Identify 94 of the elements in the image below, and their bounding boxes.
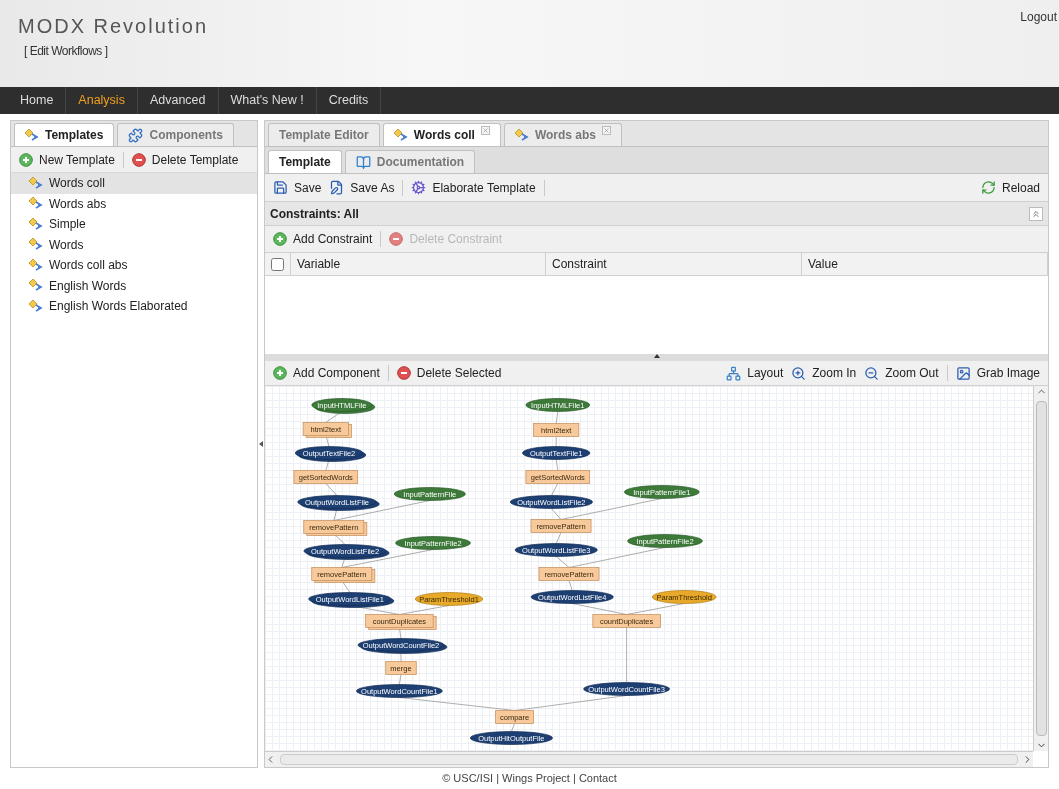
footer-text: © USC/ISI | Wings Project | Contact [442, 771, 617, 787]
toolbar-button[interactable]: Add Constraint [269, 230, 377, 248]
toolbar-button[interactable]: Grab Image [951, 364, 1044, 382]
layout-icon [726, 365, 742, 381]
image-icon [955, 365, 971, 381]
connector-line [551, 483, 559, 496]
toolbar-button[interactable]: New Template [15, 150, 119, 169]
editor-tab[interactable]: Words coll [382, 123, 501, 146]
template-icon [25, 128, 39, 142]
template-icon [29, 258, 43, 272]
column-header[interactable]: Constraint [546, 253, 802, 275]
template-item[interactable]: Words [11, 234, 257, 255]
gear-icon [411, 180, 427, 195]
collapse-button[interactable] [1029, 206, 1043, 221]
connector-line [555, 459, 559, 471]
sub-tab[interactable]: Documentation [344, 150, 476, 173]
close-icon[interactable] [480, 126, 490, 135]
toolbar-button[interactable]: Layout [722, 364, 788, 382]
delete-icon [389, 232, 404, 246]
page-subtitle: [ Edit Workflows ] [24, 43, 109, 60]
template-item[interactable]: Words coll abs [11, 255, 257, 276]
template-item[interactable]: Words abs [11, 193, 257, 214]
connector-line [555, 436, 557, 447]
nav-link[interactable]: Analysis [66, 87, 138, 114]
connector-line [325, 435, 330, 447]
connector-line [511, 723, 515, 732]
nav-link[interactable]: Advanced [137, 87, 219, 114]
nav-link[interactable]: What's New ! [218, 87, 317, 114]
vertical-scrollbar[interactable] [1033, 386, 1048, 751]
connector-line [341, 580, 351, 593]
connector-line [555, 411, 559, 424]
toolbar-button[interactable]: Elaborate Template [407, 178, 540, 197]
close-icon[interactable] [602, 126, 612, 135]
template-icon [29, 197, 43, 211]
editor-tab[interactable]: Words abs [503, 123, 623, 146]
connector-line [571, 603, 627, 615]
connector-line [626, 603, 685, 615]
splitter-arrow-icon[interactable] [653, 354, 660, 358]
toolbar-button[interactable]: Add Component [269, 364, 384, 382]
template-item[interactable]: English Words Elaborated [11, 296, 257, 317]
template-icon [393, 128, 408, 142]
editor-tab[interactable]: Template Editor [268, 123, 380, 146]
connector-line [568, 580, 573, 591]
sub-tab[interactable]: Template [268, 150, 342, 173]
template-item[interactable]: Words coll [11, 173, 257, 194]
connector-line [399, 605, 450, 615]
double-chevron-up-icon [1031, 208, 1041, 219]
toolbar-button[interactable]: Save [269, 178, 326, 197]
connector-line [399, 674, 402, 685]
template-item[interactable]: English Words [11, 275, 257, 296]
logout-link[interactable]: Logout [1020, 8, 1057, 87]
connector-line [555, 532, 562, 544]
template-icon [29, 238, 43, 252]
floppy-icon [273, 180, 288, 195]
select-all-checkbox[interactable] [271, 257, 284, 271]
column-header[interactable]: Value [802, 253, 1048, 275]
book-icon [355, 154, 371, 170]
template-icon [29, 299, 43, 313]
connector-line [333, 533, 346, 545]
workflow-canvas[interactable] [265, 386, 1033, 751]
connector-line [626, 627, 627, 683]
template-icon [29, 279, 43, 293]
reload-button[interactable]: Reload [976, 178, 1044, 197]
toolbar-button[interactable]: Delete Selected [392, 364, 506, 382]
connector-line [325, 459, 330, 471]
toolbar-button[interactable]: Zoom Out [860, 364, 943, 382]
add-icon [19, 152, 33, 167]
zoom-in-icon [791, 365, 807, 381]
toolbar-button[interactable]: Delete Template [127, 150, 243, 169]
template-icon [29, 217, 43, 231]
template-item[interactable]: Simple [11, 214, 257, 235]
template-icon [514, 128, 529, 142]
delete-icon [396, 366, 411, 380]
add-icon [273, 232, 287, 246]
delete-icon [131, 152, 146, 167]
site-title: MODX Revolution [18, 14, 209, 38]
add-icon [273, 366, 287, 380]
constraints-title: Constraints: All [270, 205, 360, 223]
column-header[interactable]: Variable [291, 253, 546, 275]
nav-link[interactable]: Home [8, 87, 67, 114]
panel-tab[interactable]: Components [117, 123, 234, 146]
nav-link[interactable]: Credits [316, 87, 382, 114]
collapse-arrow-icon[interactable] [259, 441, 263, 447]
toolbar-button[interactable]: Zoom In [787, 364, 861, 382]
template-icon [29, 176, 43, 190]
puzzle-icon [128, 127, 144, 143]
zoom-out-icon [864, 365, 880, 381]
horizontal-scrollbar[interactable] [265, 751, 1033, 767]
toolbar-button[interactable]: Save As [325, 178, 399, 197]
file-pen-icon [329, 180, 345, 195]
reload-icon [980, 180, 996, 195]
connector-line [399, 627, 402, 639]
panel-tab[interactable]: Templates [14, 123, 115, 146]
connector-line [325, 483, 338, 496]
